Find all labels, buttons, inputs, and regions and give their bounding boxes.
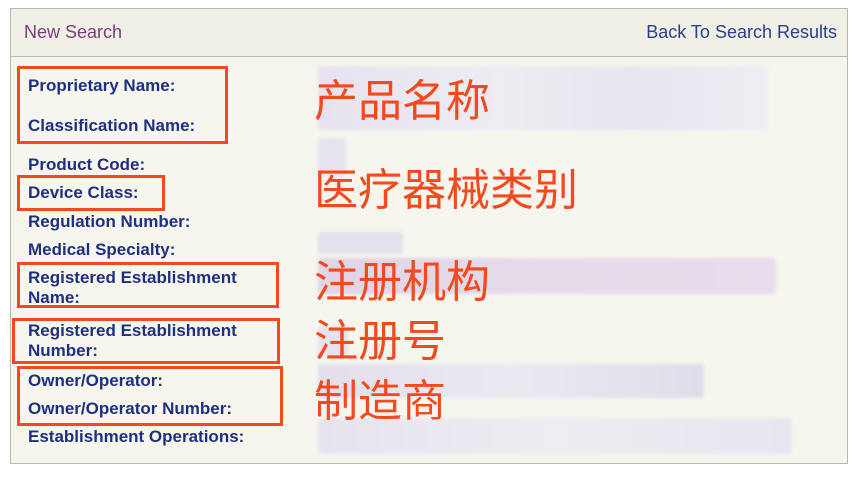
back-to-search-results-link[interactable]: Back To Search Results: [646, 22, 837, 43]
new-search-link[interactable]: New Search: [24, 22, 122, 43]
top-nav-bar: New Search Back To Search Results: [11, 9, 847, 57]
highlight-box-establishment-name: [17, 262, 279, 308]
redacted-value: [318, 232, 403, 254]
highlight-box-owner-operator: [17, 366, 283, 426]
label-medical-specialty: Medical Specialty:: [28, 240, 176, 259]
label-establishment-operations: Establishment Operations:: [28, 427, 245, 446]
annotation-registered-org: 注册机构: [314, 257, 490, 308]
annotation-registration-no: 注册号: [314, 316, 446, 367]
label-product-code: Product Code:: [28, 155, 146, 174]
highlight-box-establishment-number: [12, 318, 280, 364]
annotation-device-category: 医疗器械类别: [314, 165, 578, 216]
label-regulation-number: Regulation Number:: [28, 212, 191, 231]
highlight-box-names: [17, 66, 228, 144]
annotation-manufacturer: 制造商: [314, 376, 446, 427]
annotation-product-name: 产品名称: [314, 76, 490, 127]
highlight-box-device-class: [17, 175, 165, 211]
